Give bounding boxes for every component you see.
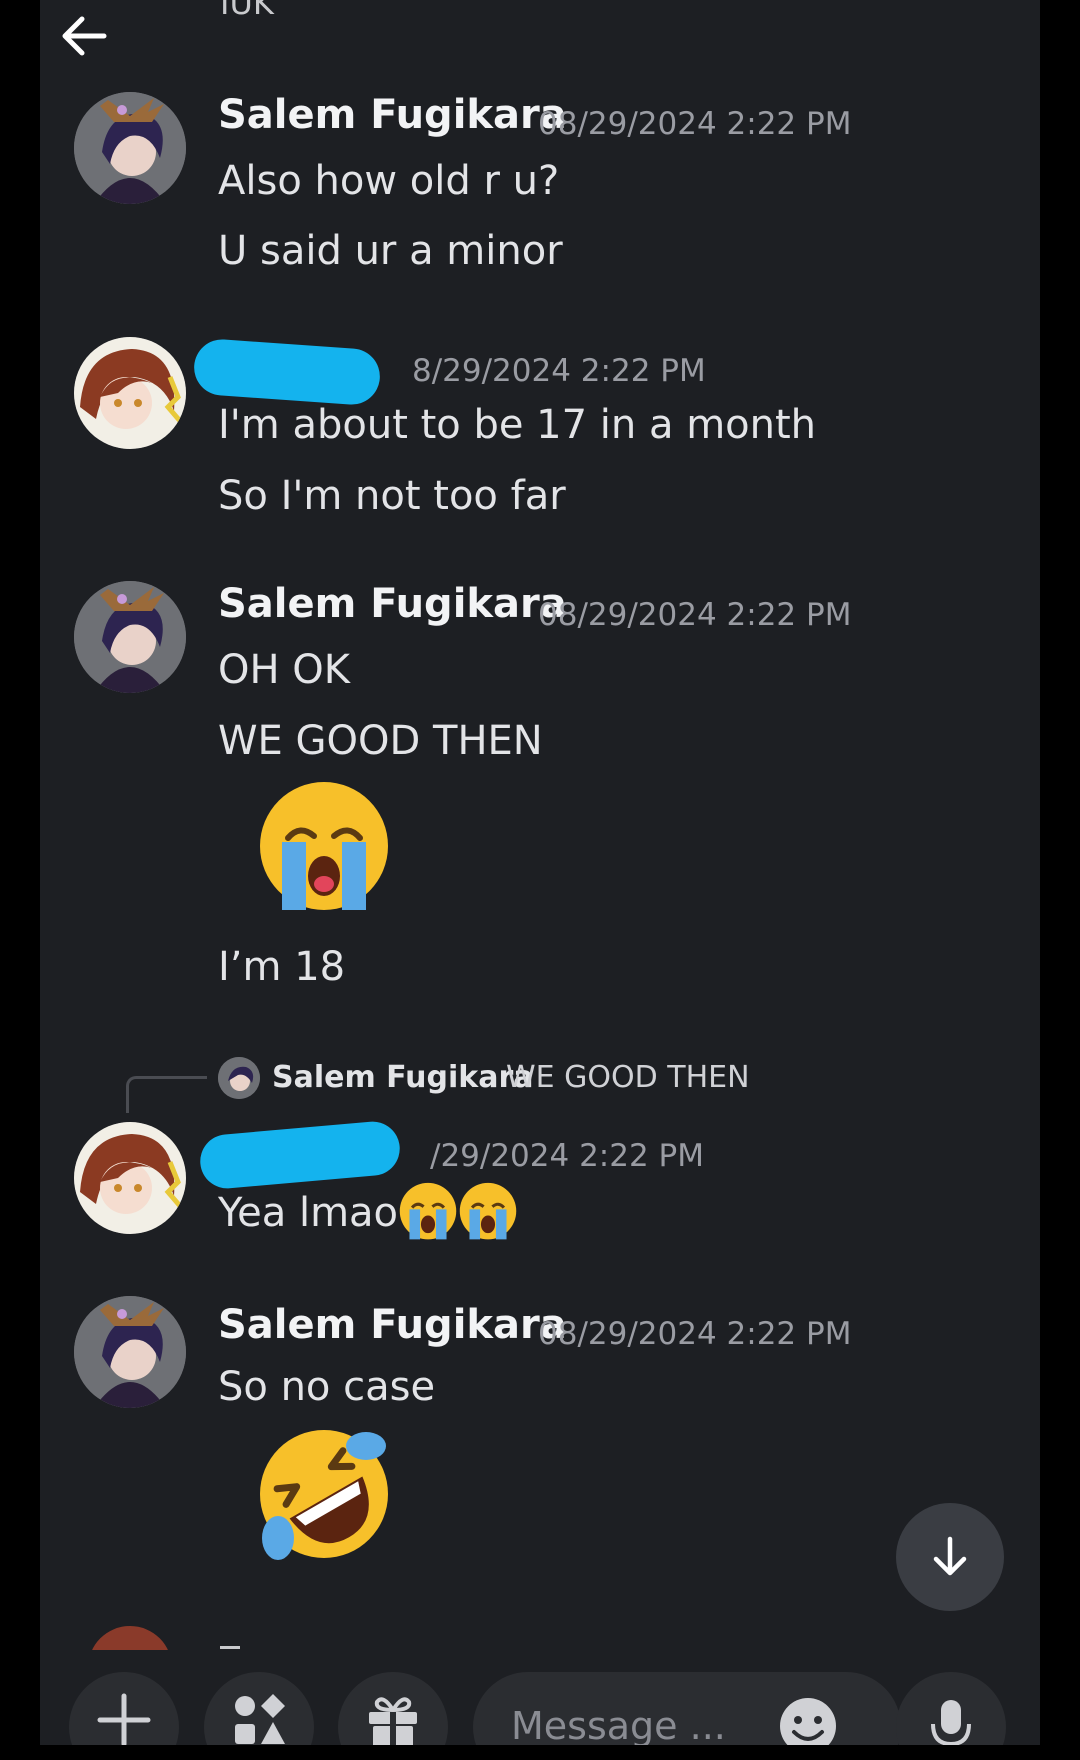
- reply-avatar: [218, 1057, 260, 1099]
- jump-to-latest-button[interactable]: [896, 1503, 1004, 1611]
- message-timestamp: 08/29/2024 2:22 PM: [538, 106, 852, 142]
- previous-message-text: [220, 1646, 240, 1649]
- avatar-salem[interactable]: [74, 1296, 186, 1408]
- message-input-placeholder: Message ...: [511, 1704, 726, 1745]
- message-timestamp: 08/29/2024 2:22 PM: [538, 1316, 852, 1352]
- message-text: Yea lmao: [218, 1190, 399, 1236]
- avatar-redacted-user[interactable]: [74, 337, 186, 449]
- microphone-icon: [931, 1700, 971, 1745]
- message-text: WE GOOD THEN: [218, 718, 543, 764]
- message-timestamp: /29/2024 2:22 PM: [430, 1138, 704, 1174]
- chat-screen: IUK Salem Fugikara 08/29/2024 2:22 PM Al…: [40, 0, 1040, 1745]
- redaction-mark: [192, 337, 382, 407]
- message-author[interactable]: Salem Fugikara: [218, 581, 567, 627]
- redaction-mark: [198, 1119, 402, 1191]
- back-button[interactable]: [54, 6, 114, 66]
- previous-message-text: IUK: [220, 0, 274, 22]
- avatar-redacted-user[interactable]: [74, 1122, 186, 1234]
- plus-icon: [97, 1693, 151, 1745]
- message-text: I'm about to be 17 in a month: [218, 402, 817, 448]
- attach-button[interactable]: [69, 1672, 179, 1745]
- reply-preview-text[interactable]: WE GOOD THEN: [506, 1060, 750, 1095]
- message-text: OH OK: [218, 647, 350, 693]
- message-author[interactable]: Salem Fugikara: [218, 1302, 567, 1348]
- arrow-down-icon: [933, 1536, 967, 1576]
- message-timestamp: 08/29/2024 2:22 PM: [538, 597, 852, 633]
- message-text: So I'm not too far: [218, 473, 566, 519]
- message-text: I’m 18: [218, 944, 346, 990]
- arrow-left-icon: [62, 16, 107, 56]
- loudly-crying-face-icon: [398, 1182, 458, 1242]
- emoji-icon[interactable]: [778, 1696, 838, 1745]
- apps-icon: [235, 1694, 285, 1744]
- gift-button[interactable]: [338, 1672, 448, 1745]
- reply-connector: [126, 1076, 207, 1113]
- message-author[interactable]: Salem Fugikara: [218, 92, 567, 138]
- loudly-crying-face-icon: [256, 780, 392, 916]
- rolling-on-floor-laughing-icon: [256, 1426, 392, 1562]
- message-timestamp: 8/29/2024 2:22 PM: [412, 353, 706, 389]
- message-text: U said ur a minor: [218, 228, 563, 274]
- gift-icon: [369, 1697, 417, 1745]
- avatar-salem[interactable]: [74, 581, 186, 693]
- loudly-crying-face-icon: [458, 1182, 518, 1242]
- message-text: So no case: [218, 1364, 436, 1410]
- apps-button[interactable]: [204, 1672, 314, 1745]
- avatar-salem[interactable]: [74, 92, 186, 204]
- reply-author[interactable]: Salem Fugikara: [272, 1060, 534, 1095]
- message-text: Also how old r u?: [218, 158, 560, 204]
- message-input[interactable]: Message ...: [473, 1672, 901, 1745]
